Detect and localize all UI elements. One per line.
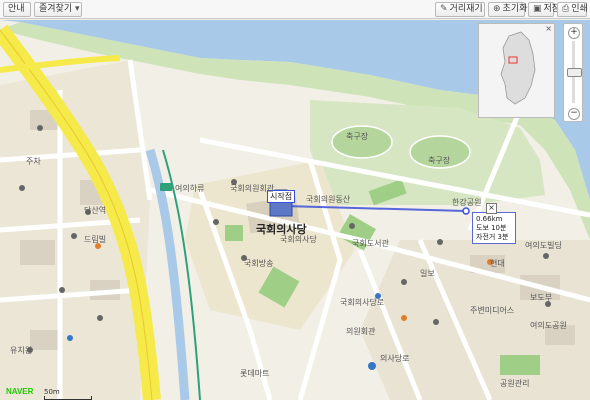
eastern-label: 국회의원동산 (306, 195, 351, 204)
favorites-label: 즐겨찾기 (39, 4, 73, 14)
map-toolbar: 안내 즐겨찾기 ▾ ✎ 거리재기 ⊕ 초기화 ▣ 저장 ⎙ 인쇄 (0, 0, 590, 19)
zoom-slider-handle[interactable] (567, 68, 582, 77)
print-button[interactable]: ⎙ 인쇄 (557, 2, 588, 17)
korea-outline-icon (479, 24, 554, 117)
media-label: 주변미디어스 (470, 306, 515, 315)
library-label: 국회도서관 (352, 239, 389, 248)
measure-bike: 자전거 3분 (476, 233, 509, 241)
hyundai-label: 현대 (490, 259, 505, 268)
measure-close-icon[interactable]: × (486, 203, 497, 214)
reset-icon: ⊕ (493, 4, 501, 14)
minimap-close-icon[interactable]: × (545, 24, 552, 33)
parking-label: 주차 (26, 157, 41, 166)
naver-logo: NAVER (6, 387, 34, 396)
measure-result-popup: 0.66km 도보 10분 자전거 3분 (472, 212, 516, 244)
measure-button[interactable]: ✎ 거리재기 (435, 2, 485, 17)
scale-label: 50m (44, 388, 60, 396)
zoom-control: + − (563, 23, 583, 122)
hangang-label: 한강공원 (452, 198, 482, 207)
kaist-label: 의원회관 (346, 327, 376, 336)
zoom-out-button[interactable]: − (568, 108, 580, 120)
measure-distance: 0.66km (476, 215, 503, 223)
measure-end (462, 207, 470, 215)
ilbo-label: 일보 (420, 269, 435, 278)
broadcast-label: 국회방송 (244, 259, 274, 268)
ruler-icon: ✎ (440, 4, 448, 14)
mapo-label: 드림빌 (84, 235, 107, 244)
yard-label: 국회의사당 (280, 235, 317, 244)
hall2-label: 국회의사당로 (340, 298, 385, 307)
assembly-street-label: 의사당로 (380, 354, 410, 363)
station-icon (160, 183, 172, 191)
favorites-button[interactable]: 즐겨찾기 ▾ (34, 2, 82, 17)
block-w5 (30, 330, 60, 350)
station-label: 여의하류 (175, 184, 205, 193)
chevron-down-icon: ▾ (75, 4, 80, 14)
scale-bar: 50m (44, 388, 92, 400)
soccer-label-1: 축구장 (346, 132, 369, 141)
save-icon: ▣ (533, 4, 542, 14)
lotte-label: 롯데마트 (240, 369, 270, 378)
park-block (500, 355, 540, 375)
kindergarten-label: 유치원 (10, 346, 33, 355)
zoom-in-button[interactable]: + (568, 27, 580, 39)
members-hall-label: 국회의원회관 (230, 184, 275, 193)
reset-label: 초기화 (502, 4, 528, 14)
dangsan-label: 당산역 (84, 206, 107, 215)
measure-walk: 도보 10분 (476, 224, 507, 232)
minimap[interactable]: × (478, 23, 555, 118)
block-w3 (20, 240, 55, 265)
measure-label: 거리재기 (449, 4, 483, 14)
print-label: 인쇄 (571, 4, 588, 14)
park-office-label: 공원관리 (500, 379, 530, 388)
guide-label: 안내 (8, 4, 25, 14)
kbs-label: 보도부 (530, 293, 553, 302)
green-block-4 (225, 225, 243, 241)
scale-line (44, 396, 92, 400)
yeouido-building-label: 여의도빌딩 (525, 241, 562, 250)
yeouido-park-label: 여의도공원 (530, 321, 567, 330)
soccer-label-2: 축구장 (428, 156, 451, 165)
guide-button[interactable]: 안내 (3, 2, 31, 17)
save-button[interactable]: ▣ 저장 (528, 2, 560, 17)
reset-button[interactable]: ⊕ 초기화 (488, 2, 528, 17)
print-icon: ⎙ (562, 4, 570, 14)
